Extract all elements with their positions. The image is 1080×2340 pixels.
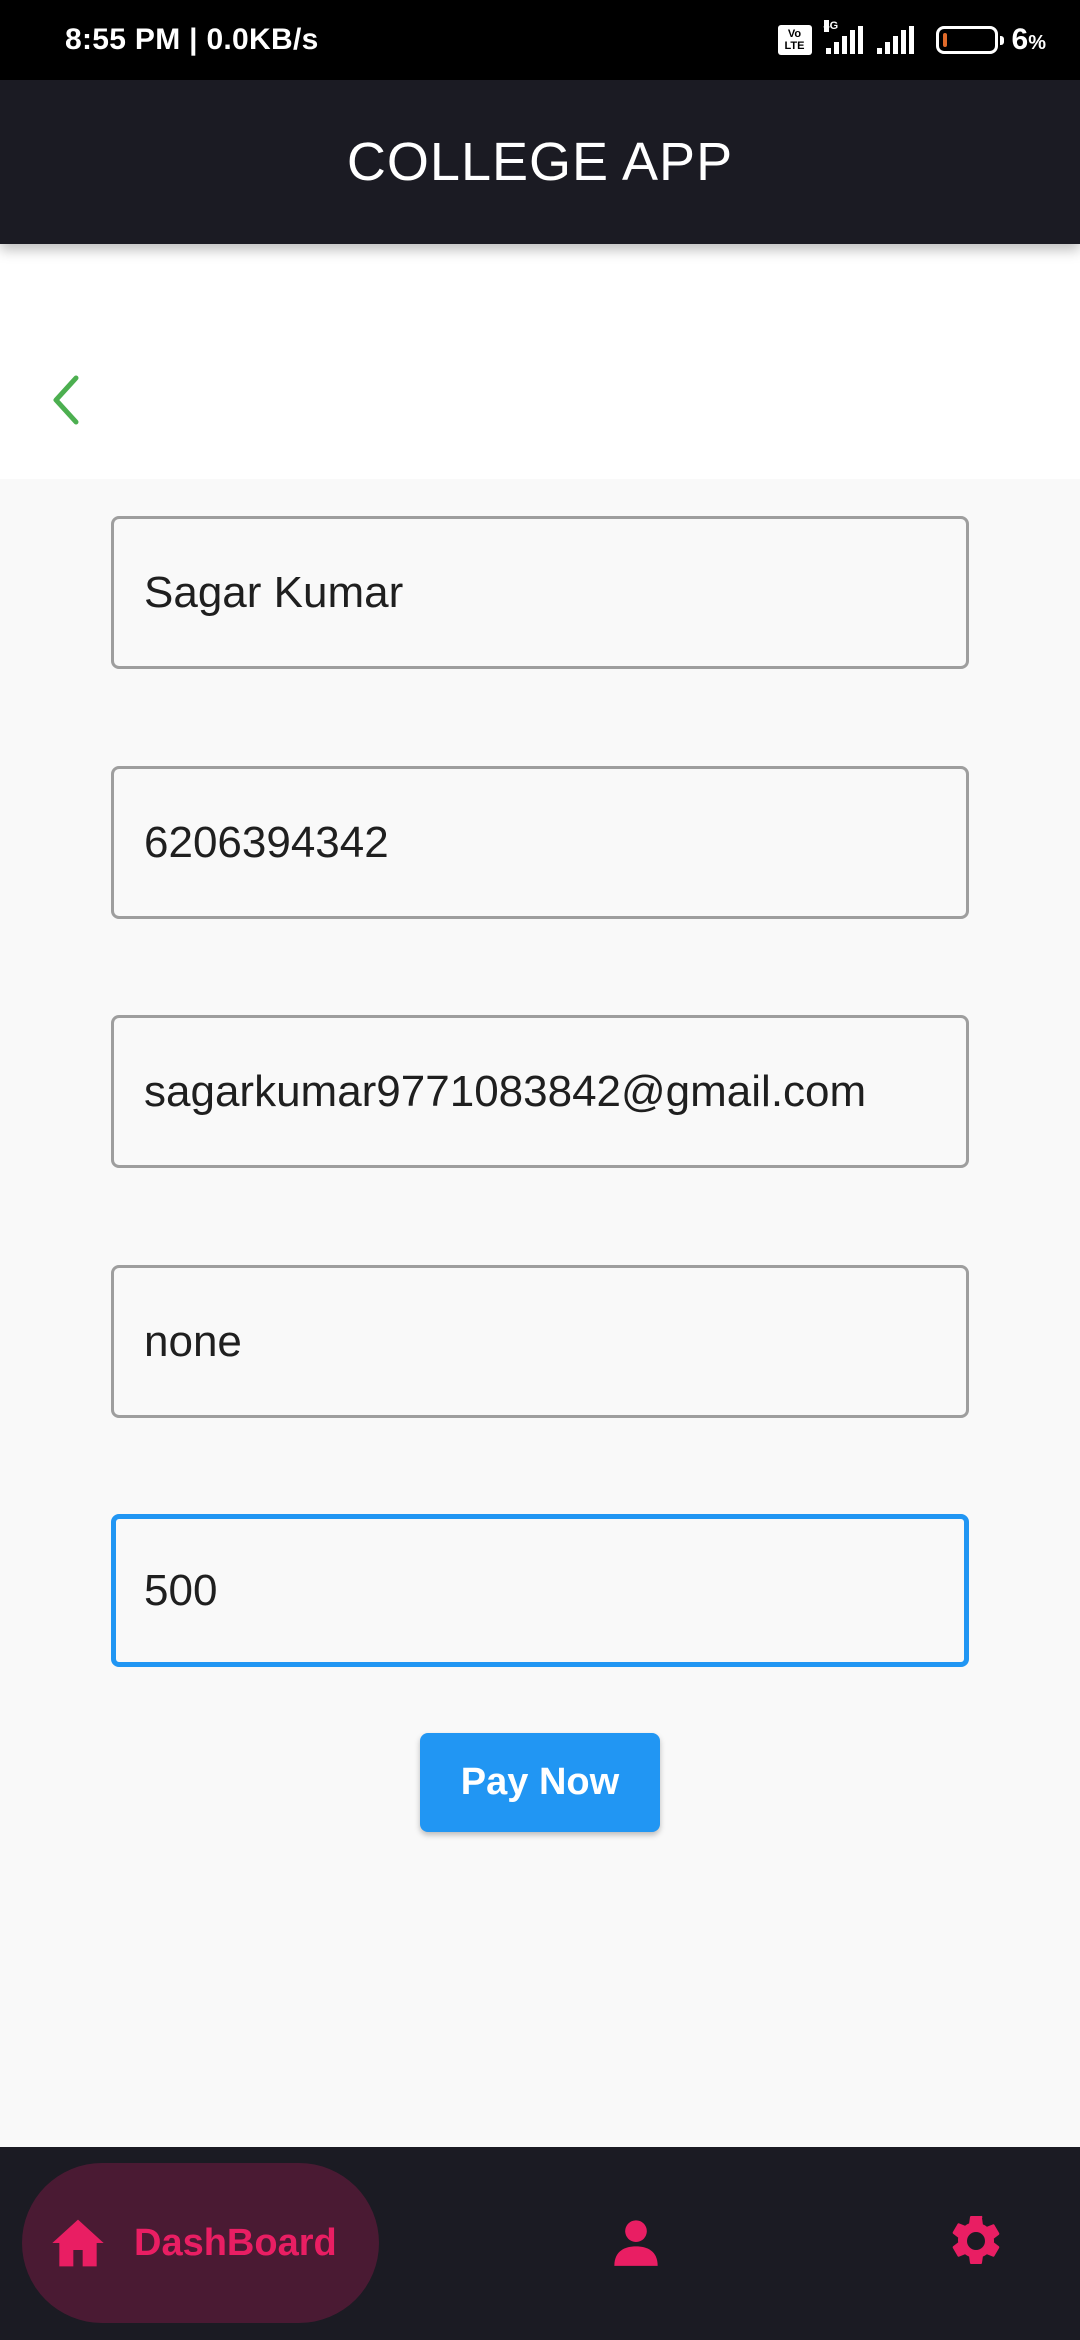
email-field[interactable]: sagarkumar9771083842@gmail.com: [111, 1015, 969, 1168]
pay-now-button[interactable]: Pay Now: [420, 1733, 660, 1832]
network-type-label: 4G: [823, 20, 839, 32]
status-icons: Vo LTE 4G 6%: [777, 20, 1046, 57]
battery-percent: 6%: [1011, 23, 1046, 56]
app-bar: COLLEGE APP: [0, 80, 1080, 244]
nav-dashboard[interactable]: DashBoard: [22, 2163, 379, 2323]
bottom-nav: DashBoard: [0, 2147, 1080, 2340]
amount-field-value: 500: [144, 1565, 218, 1615]
phone-field-value: 6206394342: [144, 817, 389, 867]
phone-field[interactable]: 6206394342: [111, 766, 969, 919]
home-icon: [52, 2219, 104, 2267]
status-bar: 8:55 PM | 0.0KB/s Vo LTE 4G 6%: [0, 0, 1080, 80]
name-field-value: Sagar Kumar: [144, 567, 404, 617]
nav-settings[interactable]: [940, 2205, 1012, 2277]
email-field-value: sagarkumar9771083842@gmail.com: [144, 1066, 867, 1116]
back-chevron-icon: [53, 375, 79, 425]
volte-icon: Vo LTE: [777, 25, 812, 55]
note-field[interactable]: none: [111, 1265, 969, 1418]
battery-icon: [935, 26, 1004, 54]
person-icon: [614, 2220, 658, 2266]
back-area: [0, 244, 1080, 479]
signal-strength-icon-1: 4G: [823, 20, 863, 54]
status-time: 8:55 PM | 0.0KB/s: [65, 23, 319, 56]
note-field-value: none: [144, 1316, 242, 1366]
back-button[interactable]: [36, 370, 96, 430]
nav-dashboard-label: DashBoard: [134, 2221, 337, 2264]
amount-field[interactable]: 500: [111, 1514, 969, 1667]
app-title: COLLEGE APP: [346, 132, 734, 192]
signal-strength-icon-2: [876, 26, 914, 54]
nav-profile[interactable]: [601, 2207, 671, 2277]
name-field[interactable]: Sagar Kumar: [111, 516, 969, 669]
gear-icon: [952, 2215, 1000, 2264]
